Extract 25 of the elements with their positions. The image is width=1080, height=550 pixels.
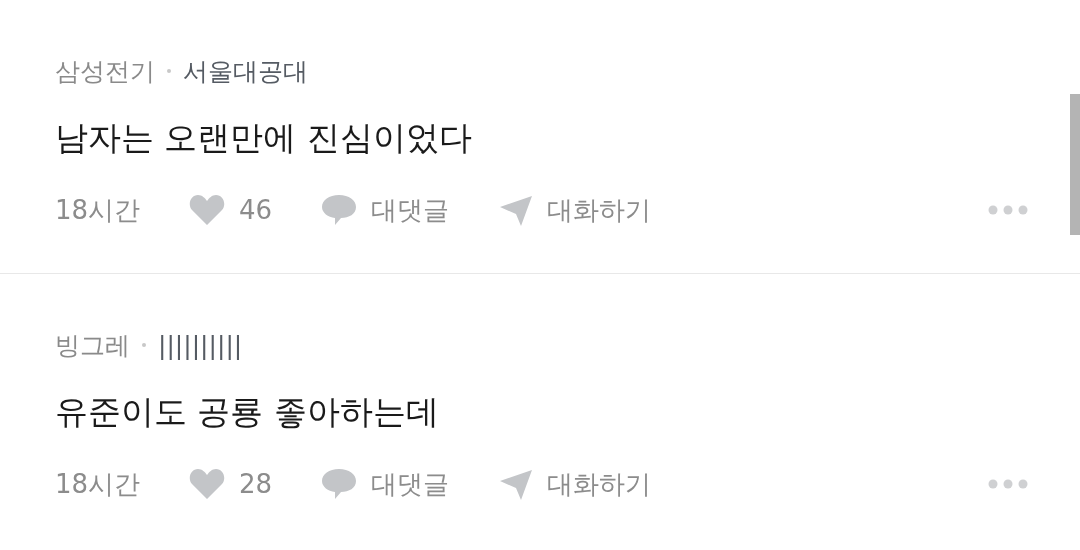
scrollbar[interactable] xyxy=(1070,94,1080,235)
heart-icon[interactable] xyxy=(189,195,225,225)
chat-button[interactable]: 대화하기 xyxy=(547,192,651,228)
separator-dot xyxy=(167,69,171,73)
separator-dot xyxy=(142,343,146,347)
speech-bubble-icon[interactable] xyxy=(321,194,357,226)
speech-bubble-icon[interactable] xyxy=(321,468,357,500)
like-count: 46 xyxy=(239,195,273,225)
timestamp: 18시간 xyxy=(55,467,142,501)
chat-button[interactable]: 대화하기 xyxy=(547,466,651,502)
more-options-icon[interactable] xyxy=(988,205,1028,215)
paper-plane-icon[interactable] xyxy=(499,468,533,500)
like-count: 28 xyxy=(239,469,273,499)
author-name: 서울대공대 xyxy=(183,55,308,88)
comment-text: 남자는 오랜만에 진심이었다 xyxy=(55,117,473,159)
reply-button[interactable]: 대댓글 xyxy=(371,192,449,228)
company-name: 빙그레 xyxy=(55,329,130,362)
heart-icon[interactable] xyxy=(189,469,225,499)
reply-button[interactable]: 대댓글 xyxy=(371,466,449,502)
author-name: |||||||||| xyxy=(158,330,243,360)
more-options-icon[interactable] xyxy=(988,479,1028,489)
paper-plane-icon[interactable] xyxy=(499,194,533,226)
comment-text: 유준이도 공룡 좋아하는데 xyxy=(55,391,440,433)
timestamp: 18시간 xyxy=(55,193,142,227)
company-name: 삼성전기 xyxy=(55,55,155,88)
